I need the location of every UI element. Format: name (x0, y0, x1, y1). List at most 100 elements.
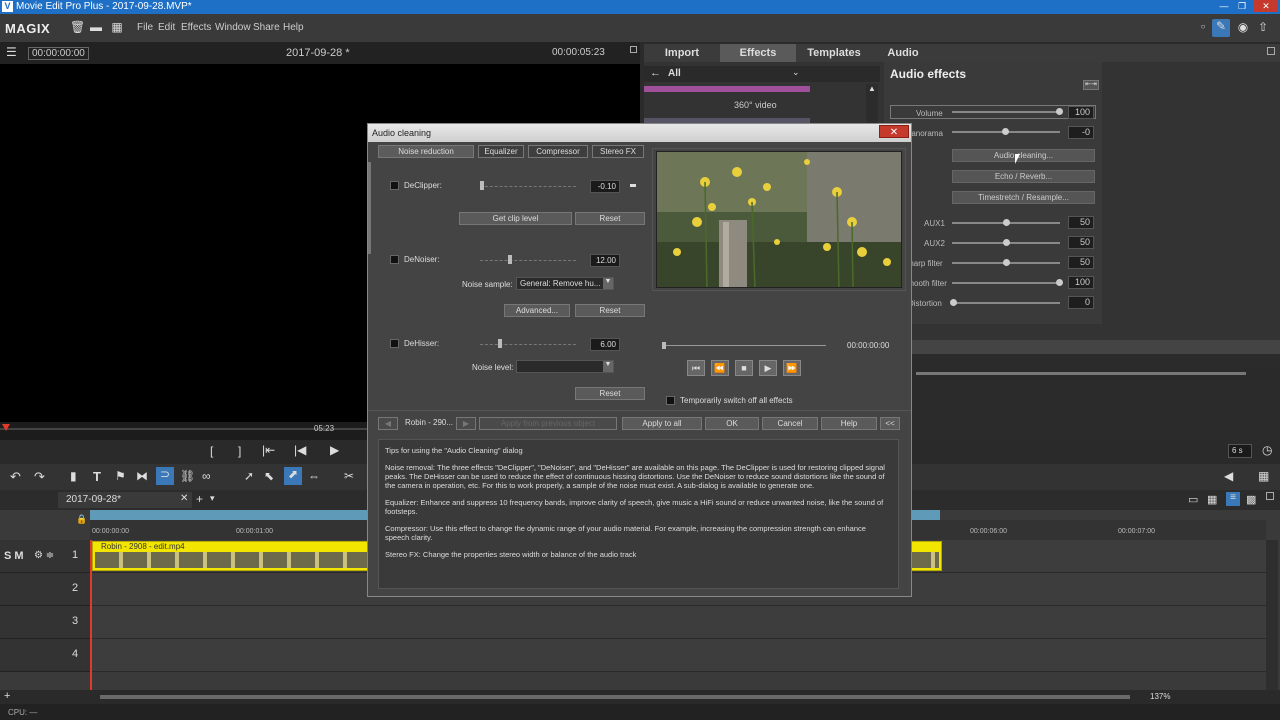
dehisser-knob[interactable] (498, 339, 502, 348)
menu-effects[interactable]: Effects (181, 22, 211, 33)
folder-icon[interactable]: ▬ (89, 20, 103, 34)
mixer-icon[interactable]: ▦ (1258, 469, 1269, 483)
redo-icon[interactable]: ↷ (34, 469, 45, 485)
ok-button[interactable]: OK (705, 417, 759, 430)
go-start-icon[interactable]: |⇤ (262, 443, 275, 457)
distortion-knob[interactable] (950, 299, 957, 306)
disc-icon[interactable]: ◉ (1236, 20, 1250, 34)
maximize-preview-icon[interactable] (630, 46, 637, 53)
declipper-slider[interactable] (480, 186, 576, 187)
scissors-icon[interactable]: ✂ (344, 469, 354, 483)
menu-file[interactable]: File (137, 22, 153, 33)
loop-icon[interactable]: ⊃ (156, 467, 174, 485)
timeline-maximize-icon[interactable] (1266, 492, 1274, 500)
tab-project[interactable]: 2017-09-28* ✕ (58, 492, 192, 508)
marker-icon[interactable]: ⚑ (115, 469, 126, 483)
menu-edit[interactable]: Edit (158, 22, 175, 33)
tab-import[interactable]: Import (644, 44, 720, 62)
sharp-filter-knob[interactable] (1003, 259, 1010, 266)
timeline-hscroll[interactable]: + 137% (0, 690, 1280, 704)
play-button-icon[interactable]: ▶ (759, 360, 777, 376)
prev-marker-icon[interactable]: |◀ (294, 443, 306, 457)
denoiser-slider[interactable] (480, 260, 576, 261)
tab-stereo-fx[interactable]: Stereo FX (592, 145, 644, 158)
pointer-icon[interactable]: ➚ (244, 469, 254, 483)
back-arrow-icon[interactable]: ← (650, 67, 661, 79)
lock-icon[interactable]: 🔒 (76, 514, 87, 525)
distortion-value[interactable]: 0 (1068, 296, 1094, 309)
save-icon[interactable]: ▦ (110, 20, 124, 34)
stretch-icon[interactable]: ⇔ (308, 469, 320, 483)
minimize-icon[interactable]: — (1216, 0, 1232, 12)
tab-templates[interactable]: Templates (796, 44, 872, 62)
tab-equalizer[interactable]: Equalizer (478, 145, 524, 158)
scene-view-icon[interactable]: ▦ (1207, 493, 1217, 506)
split-icon[interactable]: ⧓ (136, 469, 148, 483)
prev-object-icon[interactable]: ◀ (378, 417, 398, 430)
declipper-knob[interactable] (480, 181, 484, 190)
search-input[interactable] (810, 68, 876, 82)
unlink-icon[interactable]: ∞ (202, 469, 211, 483)
tab-noise-reduction[interactable]: Noise reduction (378, 145, 474, 158)
menu-share[interactable]: Share (253, 22, 280, 33)
menu-window[interactable]: Window (215, 22, 251, 33)
group-mode-icon[interactable]: ⬉ (264, 469, 274, 483)
declipper-value[interactable]: -0.10 (590, 180, 620, 193)
tab-audio[interactable]: Audio (872, 44, 934, 62)
position-knob[interactable] (662, 342, 666, 349)
scroll-up-icon[interactable]: ▲ (868, 84, 876, 93)
volume-value[interactable]: 100 (1068, 106, 1094, 119)
mouse-mode-icon[interactable]: ⬈ (284, 467, 302, 485)
tracks-scrollbar[interactable] (1266, 540, 1278, 690)
smooth-filter-slider[interactable] (952, 282, 1060, 284)
timeline-view-icon[interactable]: ≡ (1226, 492, 1240, 506)
dehisser-slider[interactable] (480, 344, 576, 345)
add-track-icon[interactable]: + (4, 690, 10, 702)
audio-cleaning-button[interactable]: Audio cleaning... (952, 149, 1095, 162)
apply-to-all-button[interactable]: Apply to all (622, 417, 702, 430)
next-object-icon[interactable]: ▶ (456, 417, 476, 430)
denoiser-value[interactable]: 12.00 (590, 254, 620, 267)
track-solo-mute[interactable]: S M (4, 550, 24, 562)
help-button[interactable]: Help (821, 417, 877, 430)
declipper-reset-button[interactable]: Reset (575, 212, 645, 225)
dialog-close-button[interactable]: ✕ (879, 125, 909, 138)
mark-out-icon[interactable]: ] (238, 444, 241, 458)
close-tab-icon[interactable]: ✕ (180, 493, 188, 504)
hscroll-thumb[interactable] (100, 695, 1130, 699)
smooth-filter-knob[interactable] (1056, 279, 1063, 286)
zoom-value[interactable]: 6 s (1228, 444, 1252, 458)
volume-slider[interactable] (952, 111, 1060, 113)
right-scrollbar[interactable] (912, 368, 1280, 380)
volume-knob[interactable] (1056, 108, 1063, 115)
noise-sample-select[interactable]: General: Remove hu... ▼ (516, 277, 614, 290)
sharp-filter-value[interactable]: 50 (1068, 256, 1094, 269)
get-clip-level-button[interactable]: Get clip level (459, 212, 572, 225)
declipper-checkbox[interactable] (390, 181, 399, 190)
add-tab-icon[interactable]: + (196, 492, 203, 506)
aux1-knob[interactable] (1003, 219, 1010, 226)
aux2-knob[interactable] (1003, 239, 1010, 246)
hamburger-icon[interactable]: ☰ (6, 45, 17, 59)
track-body-3[interactable] (90, 606, 1266, 639)
mark-in-icon[interactable]: [ (210, 444, 213, 458)
panorama-knob[interactable] (1002, 128, 1009, 135)
edit-mode-icon[interactable]: ✎ (1212, 19, 1230, 37)
dehisser-reset-button[interactable]: Reset (575, 387, 645, 400)
fast-forward-button-icon[interactable]: ⏩ (783, 360, 801, 376)
text-icon[interactable]: T (93, 469, 101, 484)
close-window-icon[interactable]: ✕ (1254, 0, 1278, 12)
tab-dropdown-icon[interactable]: ▾ (210, 493, 215, 504)
switch-off-effects-checkbox[interactable] (666, 396, 675, 405)
tab-compressor[interactable]: Compressor (528, 145, 588, 158)
track-body-4[interactable] (90, 639, 1266, 672)
distortion-slider[interactable] (952, 302, 1060, 304)
stop-button-icon[interactable]: ■ (735, 360, 753, 376)
undo-icon[interactable]: ↶ (10, 469, 21, 485)
category-360-video[interactable]: 360° video (734, 100, 777, 110)
timestretch-button[interactable]: Timestretch / Resample... (952, 191, 1095, 204)
upload-icon[interactable]: ⇧ (1256, 20, 1270, 34)
play-icon[interactable]: ▶ (330, 443, 339, 457)
playhead-icon[interactable] (2, 424, 10, 431)
aux2-value[interactable]: 50 (1068, 236, 1094, 249)
